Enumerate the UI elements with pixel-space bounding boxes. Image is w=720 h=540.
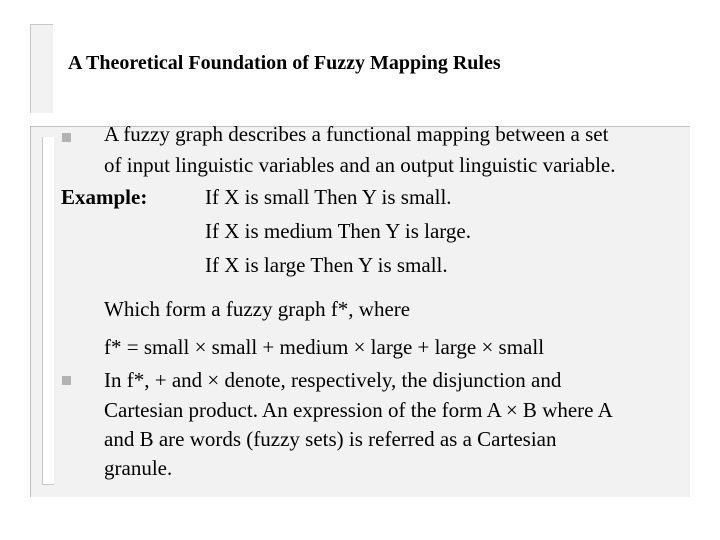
- graph-intro: Which form a fuzzy graph f*, where: [104, 297, 411, 321]
- bullet2-line-3: and B are words (fuzzy sets) is referred…: [104, 427, 557, 451]
- bullet2-line-1: In f*, + and × denote, respectively, the…: [104, 368, 562, 392]
- panel-side-strip: [42, 137, 54, 485]
- example-label: Example:: [61, 185, 148, 209]
- bullet-square-icon: [62, 133, 71, 142]
- slide: A Theoretical Foundation of Fuzzy Mappin…: [0, 0, 720, 540]
- bullet2-line-2: Cartesian product. An expression of the …: [104, 398, 613, 422]
- example-rule-1: If X is small Then Y is small.: [205, 185, 452, 209]
- bullet1-line-1: A fuzzy graph describes a functional map…: [104, 122, 609, 146]
- graph-formula: f* = small × small + medium × large + la…: [104, 335, 545, 359]
- bullet-square-icon: [62, 376, 71, 385]
- title-accent-bar: [30, 24, 53, 113]
- slide-title: A Theoretical Foundation of Fuzzy Mappin…: [68, 52, 501, 74]
- bullet2-line-4: granule.: [104, 456, 173, 480]
- example-rule-3: If X is large Then Y is small.: [205, 253, 448, 277]
- bullet1-line-2: of input linguistic variables and an out…: [104, 153, 616, 177]
- example-rule-2: If X is medium Then Y is large.: [205, 219, 471, 243]
